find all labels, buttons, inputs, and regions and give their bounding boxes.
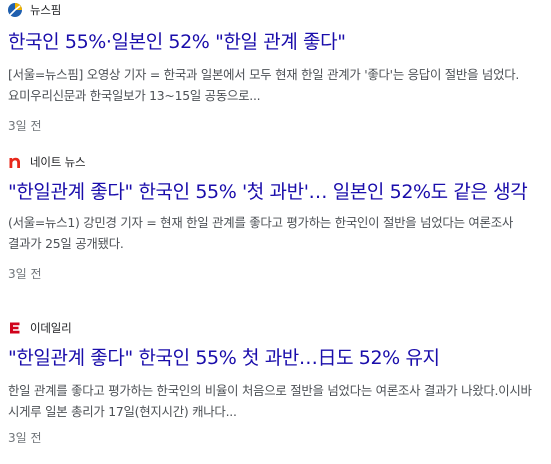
news-card-nate[interactable]: 네이트 뉴스 "한일관계 좋다" 한국인 55% '첫 과반'… 일본인 52%… <box>8 152 543 282</box>
source-row: 뉴스핌 <box>8 0 543 20</box>
article-time: 3일 전 <box>8 431 42 445</box>
edaily-logo-icon <box>8 321 22 335</box>
source-row: 이데일리 <box>8 318 543 338</box>
newspim-logo-icon <box>8 3 22 17</box>
source-name[interactable]: 뉴스핌 <box>30 2 61 18</box>
article-time: 3일 전 <box>8 267 42 281</box>
article-time: 3일 전 <box>8 119 42 133</box>
article-headline-link[interactable]: "한일관계 좋다" 한국인 55% '첫 과반'… 일본인 52%도 같은 생각 <box>8 178 543 206</box>
news-results: 뉴스핌 한국인 55%·일본인 52% "한일 관계 좋다" [서울=뉴스핌] … <box>0 0 551 464</box>
nate-logo-icon <box>8 155 22 169</box>
article-headline-link[interactable]: 한국인 55%·일본인 52% "한일 관계 좋다" <box>8 28 543 56</box>
source-name[interactable]: 네이트 뉴스 <box>30 154 86 170</box>
article-snippet: (서울=뉴스1) 강민경 기자 = 현재 한일 관계를 좋다고 평가하는 한국인… <box>8 215 514 251</box>
news-card-newspim[interactable]: 뉴스핌 한국인 55%·일본인 52% "한일 관계 좋다" [서울=뉴스핌] … <box>8 0 543 134</box>
article-snippet: 한일 관계를 좋다고 평가하는 한국인의 비율이 처음으로 절반을 넘었다는 여… <box>8 383 532 419</box>
source-row: 네이트 뉴스 <box>8 152 543 172</box>
article-snippet: [서울=뉴스핌] 오영상 기자 = 한국과 일본에서 모두 현재 한일 관계가 … <box>8 67 520 103</box>
news-card-edaily[interactable]: 이데일리 "한일관계 좋다" 한국인 55% 첫 과반…日도 52% 유지 한일… <box>8 318 543 446</box>
article-headline-link[interactable]: "한일관계 좋다" 한국인 55% 첫 과반…日도 52% 유지 <box>8 344 543 372</box>
source-name[interactable]: 이데일리 <box>30 320 72 336</box>
